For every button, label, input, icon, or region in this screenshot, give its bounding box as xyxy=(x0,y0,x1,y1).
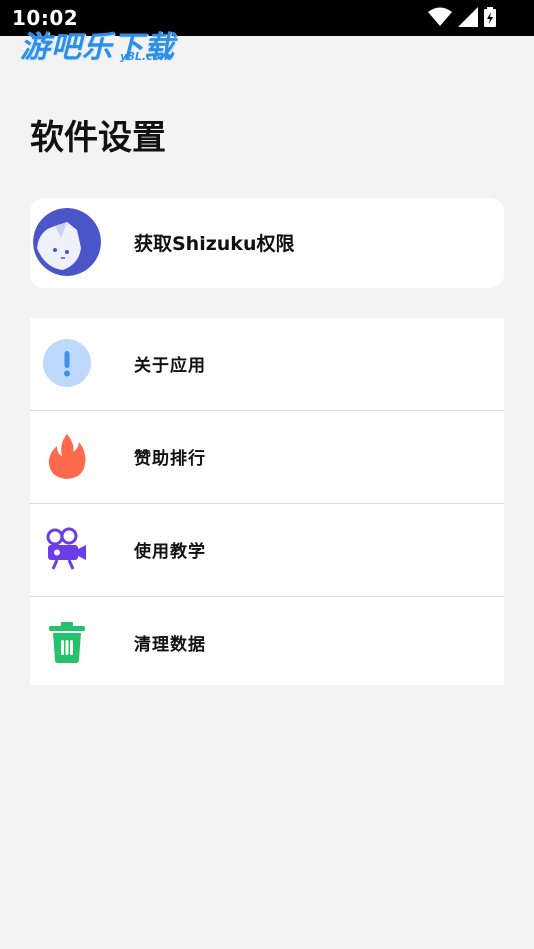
shizuku-permission-card[interactable]: 获取Shizuku权限 xyxy=(30,198,504,288)
settings-menu: 关于应用 赞助排行 使用教学 清理数据 xyxy=(30,318,504,685)
menu-item-label: 赞助排行 xyxy=(134,449,206,469)
page-title: 软件设置 xyxy=(30,118,166,158)
watermark-logo: 游吧乐下载 y8L.com xyxy=(20,22,190,66)
battery-icon xyxy=(484,7,496,31)
watermark-subtitle: y8L.com xyxy=(120,50,172,63)
menu-item-label: 清理数据 xyxy=(134,635,206,655)
status-icons xyxy=(428,7,496,31)
shizuku-avatar-icon xyxy=(33,208,101,276)
menu-item-label: 关于应用 xyxy=(134,356,206,376)
shizuku-label: 获取Shizuku权限 xyxy=(134,233,295,255)
video-camera-icon xyxy=(42,524,92,574)
menu-item-label: 使用教学 xyxy=(134,542,206,562)
menu-item-clear-data[interactable]: 清理数据 xyxy=(30,597,504,689)
info-icon xyxy=(42,338,92,388)
menu-item-sponsor-ranking[interactable]: 赞助排行 xyxy=(30,411,504,504)
menu-item-about[interactable]: 关于应用 xyxy=(30,318,504,411)
wifi-icon xyxy=(428,7,452,31)
fire-icon xyxy=(42,431,92,481)
trash-icon xyxy=(42,617,92,667)
menu-item-tutorial[interactable]: 使用教学 xyxy=(30,504,504,597)
signal-icon xyxy=(458,7,478,31)
